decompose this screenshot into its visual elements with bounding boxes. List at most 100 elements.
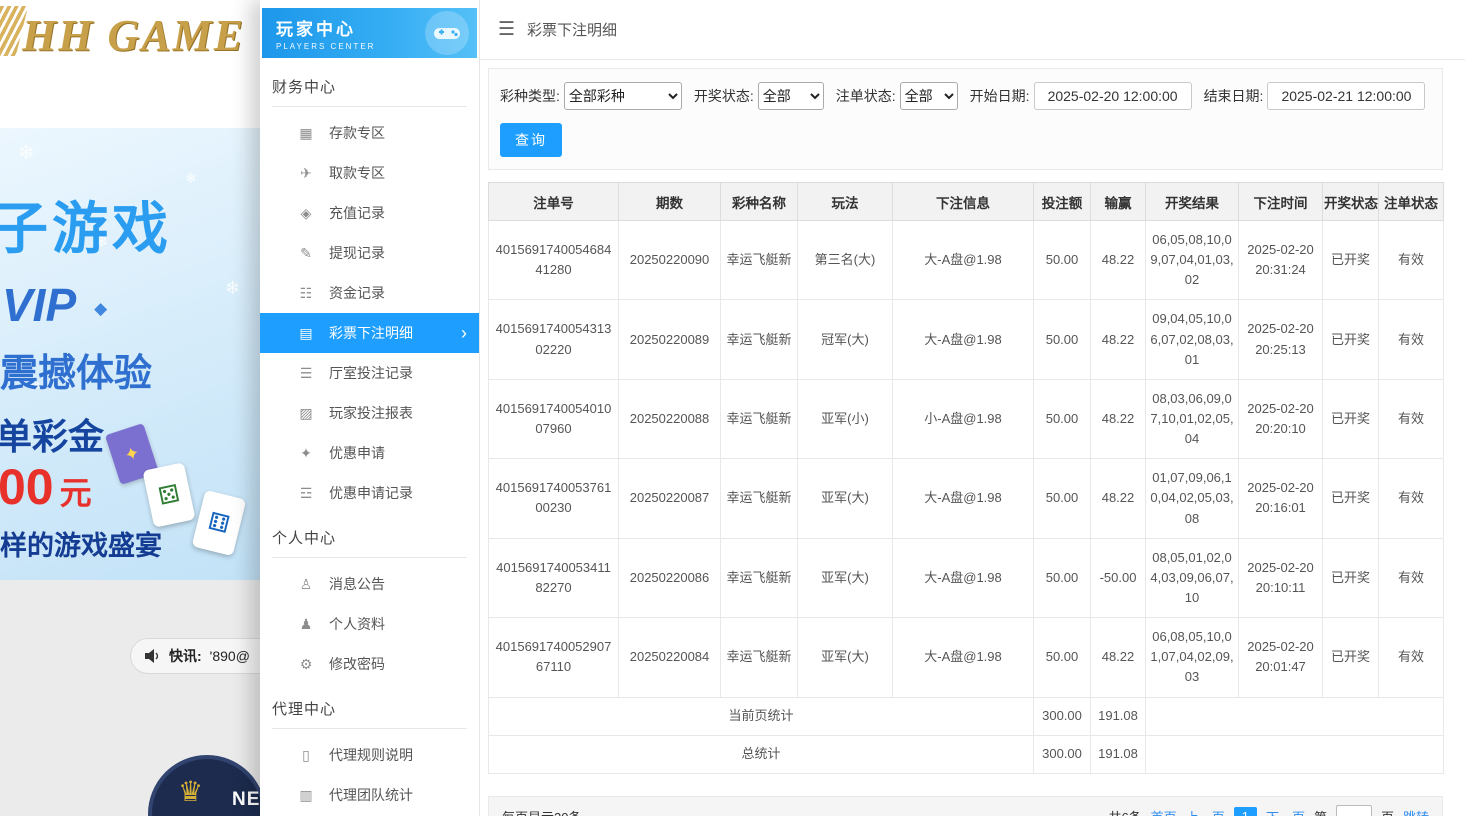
sidebar-item-promo-apply-record[interactable]: ☲优惠申请记录 — [260, 473, 479, 513]
sidebar-item-deposit[interactable]: ▦存款专区 — [260, 113, 479, 153]
total-count: 共6条 — [1108, 807, 1141, 816]
order-status-select[interactable]: 全部 — [900, 82, 958, 110]
table-cell: 20250220090 — [619, 221, 721, 300]
table-cell: 大-A盘@1.98 — [893, 221, 1034, 300]
draw-status-select[interactable]: 全部 — [758, 82, 824, 110]
summary-empty — [1146, 735, 1444, 773]
table-cell: 幸运飞艇新 — [721, 300, 798, 379]
summary-winloss-total: 191.08 — [1091, 735, 1146, 773]
site-header-strip: HH GAME — [0, 0, 260, 128]
bet-records-table: 注单号期数彩种名称玩法下注信息投注额输赢开奖结果下注时间开奖状态注单状态 401… — [488, 182, 1444, 774]
page-jump-input[interactable] — [1336, 805, 1372, 816]
table-cell: 08,03,06,09,07,10,01,02,05,04 — [1146, 379, 1239, 458]
sidebar-item-label: 修改密码 — [329, 654, 385, 674]
column-header: 开奖状态 — [1323, 183, 1379, 221]
sidebar-item-label: 个人资料 — [329, 614, 385, 634]
first-page-link[interactable]: 首页 — [1151, 807, 1177, 816]
sidebar-item-label: 存款专区 — [329, 123, 385, 143]
lottery-type-label: 彩种类型: — [500, 86, 560, 106]
jump-suffix-label: 页 — [1381, 807, 1394, 816]
table-cell: 48.22 — [1091, 618, 1146, 697]
sidebar: 玩家中心 PLAYERS CENTER 财务中心▦存款专区✈取款专区◈充值记录✎… — [260, 0, 480, 816]
sidebar-item-change-password[interactable]: ⚙ 修改密码 — [260, 644, 479, 684]
summary-bet-total: 300.00 — [1034, 735, 1091, 773]
table-cell: 50.00 — [1034, 459, 1091, 538]
current-page-indicator[interactable]: 1 — [1234, 807, 1257, 816]
table-cell: 大-A盘@1.98 — [893, 538, 1034, 617]
change-password-icon: ⚙ — [298, 656, 314, 673]
table-cell: -50.00 — [1091, 538, 1146, 617]
hall-bet-record-icon: ☰ — [298, 365, 314, 382]
main-content: ☰ 彩票下注明细 彩种类型: 全部彩种 开奖状态: 全部 注单状态: — [480, 0, 1465, 816]
table-cell: 有效 — [1379, 221, 1444, 300]
column-header: 期数 — [619, 183, 721, 221]
table-cell: 06,05,08,10,09,07,04,01,03,02 — [1146, 221, 1239, 300]
table-cell: 401569174005341182270 — [489, 538, 619, 617]
table-cell: 20250220088 — [619, 379, 721, 458]
sidebar-item-withdraw[interactable]: ✈取款专区 — [260, 153, 479, 193]
search-button[interactable]: 查询 — [500, 123, 562, 157]
page-size-text: 每页显示20条 — [502, 807, 581, 816]
table-cell: 有效 — [1379, 618, 1444, 697]
table-cell: 幸运飞艇新 — [721, 618, 798, 697]
sidebar-item-funds-record[interactable]: ☷资金记录 — [260, 273, 479, 313]
sidebar-item-withdrawal-record[interactable]: ✎提现记录 — [260, 233, 479, 273]
table-cell: 已开奖 — [1323, 538, 1379, 617]
hamburger-menu-icon[interactable]: ☰ — [498, 18, 515, 41]
sidebar-item-hall-bet-record[interactable]: ☰ 厅室投注记录 — [260, 353, 479, 393]
summary-row: 当前页统计300.00191.08 — [489, 697, 1444, 735]
page-lower-area: 快讯: '890@ ♛ NE — [0, 580, 260, 816]
sidebar-item-label: 厅室投注记录 — [329, 363, 413, 383]
banner-amount: 00元 — [0, 458, 92, 516]
sidebar-item-label: 优惠申请 — [329, 443, 385, 463]
table-cell: 大-A盘@1.98 — [893, 300, 1034, 379]
table-cell: 20250220086 — [619, 538, 721, 617]
sidebar-item-agent-rules[interactable]: ▯代理规则说明 — [260, 735, 479, 775]
sidebar-item-recharge-record[interactable]: ◈充值记录 — [260, 193, 479, 233]
table-cell: 48.22 — [1091, 300, 1146, 379]
column-header: 投注额 — [1034, 183, 1091, 221]
die-icon: ⚄ — [156, 479, 182, 512]
table-cell: 50.00 — [1034, 300, 1091, 379]
table-cell: 401569174005290767110 — [489, 618, 619, 697]
news-ticker: 快讯: '890@ — [130, 638, 260, 674]
sidebar-item-agent-team-stats[interactable]: ▥代理团队统计 — [260, 775, 479, 815]
pagination-controls: 共6条 首页 上一页 1 下一页 第 页 跳转 — [1108, 805, 1429, 816]
diamond-icon: ◆ — [94, 299, 107, 318]
table-cell: 50.00 — [1034, 379, 1091, 458]
menu-section-heading: 个人中心 — [272, 527, 467, 558]
draw-status-label: 开奖状态: — [694, 86, 754, 106]
vip-label: VIP — [2, 279, 76, 331]
snowflake-icon: ❄ — [225, 278, 240, 299]
table-cell: 亚军(大) — [798, 618, 893, 697]
start-date-input[interactable] — [1034, 82, 1192, 110]
banner-vip-text: VIP ◆ — [2, 278, 107, 332]
sidebar-item-player-bet-report[interactable]: ▨玩家投注报表 — [260, 393, 479, 433]
lottery-bet-detail-icon: ▤ — [298, 325, 314, 342]
sidebar-item-promo-apply[interactable]: ✦优惠申请 — [260, 433, 479, 473]
table-cell: 08,05,01,02,04,03,09,06,07,10 — [1146, 538, 1239, 617]
sidebar-item-label: 代理规则说明 — [329, 745, 413, 765]
table-cell: 亚军(小) — [798, 379, 893, 458]
lottery-type-select[interactable]: 全部彩种 — [564, 82, 682, 110]
prev-page-link[interactable]: 上一页 — [1186, 807, 1225, 816]
menu-section-heading: 代理中心 — [272, 698, 467, 729]
table-cell: 冠军(大) — [798, 300, 893, 379]
table-cell: 有效 — [1379, 300, 1444, 379]
player-bet-report-icon: ▨ — [298, 405, 314, 422]
sidebar-item-profile[interactable]: ♟个人资料 — [260, 604, 479, 644]
sidebar-item-label: 提现记录 — [329, 243, 385, 263]
table-body: 40156917400546844128020250220090幸运飞艇新第三名… — [489, 221, 1444, 774]
table-cell: 2025-02-20 20:16:01 — [1239, 459, 1323, 538]
sidebar-item-lottery-bet-detail[interactable]: ▤彩票下注明细› — [260, 313, 479, 353]
sidebar-item-message-board[interactable]: ♙消息公告 — [260, 564, 479, 604]
end-date-input[interactable] — [1267, 82, 1425, 110]
next-page-link[interactable]: 下一页 — [1266, 807, 1305, 816]
table-cell: 2025-02-20 20:25:13 — [1239, 300, 1323, 379]
jump-button[interactable]: 跳转 — [1403, 807, 1429, 816]
column-header: 注单状态 — [1379, 183, 1444, 221]
table-cell: 06,08,05,10,01,07,04,02,09,03 — [1146, 618, 1239, 697]
pagination-bar: 每页显示20条 共6条 首页 上一页 1 下一页 第 页 跳转 — [488, 796, 1443, 816]
sidebar-item-label: 彩票下注明细 — [329, 323, 413, 343]
table-cell: 已开奖 — [1323, 379, 1379, 458]
